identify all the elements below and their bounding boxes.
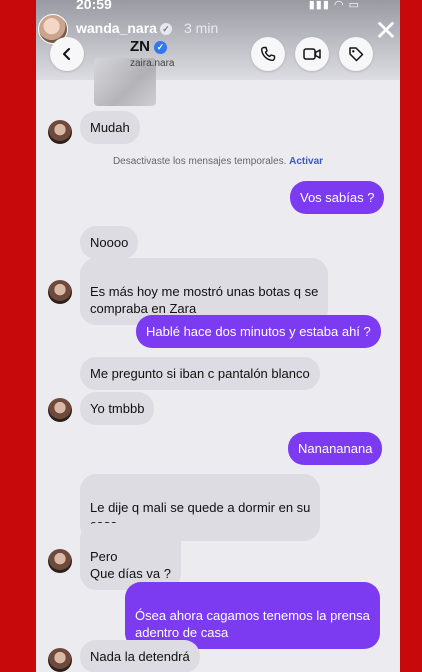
back-button[interactable] — [50, 37, 84, 71]
message-text: Nanananana — [298, 441, 373, 456]
message-text: Es más hoy me mostró unas botas q se com… — [90, 284, 319, 316]
contact-avatar[interactable] — [48, 648, 72, 672]
message-incoming[interactable]: Yo tmbbb — [80, 392, 155, 425]
message-text: Noooo — [90, 235, 129, 250]
message-text: Ósea ahora cagamos tenemos la prensa ade… — [135, 608, 370, 640]
contact-handle: zaira.nara — [130, 58, 175, 69]
story-verified-icon: ✓ — [159, 23, 172, 35]
contact-avatar[interactable] — [48, 280, 72, 304]
message-text: Nada la detendrá — [90, 649, 190, 664]
message-text: Yo tmbbb — [90, 401, 145, 416]
message-outgoing[interactable]: Nanananana — [288, 432, 383, 465]
phone-icon — [260, 46, 276, 62]
message-outgoing[interactable]: Vos sabías ? — [290, 181, 385, 214]
tag-icon — [349, 47, 364, 62]
message-outgoing[interactable]: Ósea ahora cagamos tenemos la prensa ade… — [125, 582, 380, 649]
label-button[interactable] — [339, 37, 373, 71]
contact-name[interactable]: ZN ✓ — [130, 38, 167, 55]
system-notice: Desactivaste los mensajes temporales. Ac… — [36, 156, 400, 167]
message-incoming[interactable]: Pero Que días va ? — [80, 523, 181, 590]
message-outgoing[interactable]: Hablé hace dos minutos y estaba ahí ? — [136, 315, 381, 348]
message-incoming[interactable]: Mudah — [80, 111, 140, 144]
red-border-left — [0, 0, 36, 672]
video-camera-icon — [303, 48, 321, 60]
video-call-button[interactable] — [295, 37, 329, 71]
chevron-left-icon — [63, 48, 70, 60]
verified-badge-icon: ✓ — [154, 41, 167, 54]
contact-avatar[interactable] — [48, 549, 72, 573]
message-incoming[interactable]: Nada la detendrá — [80, 640, 200, 672]
activate-link[interactable]: Activar — [289, 156, 323, 167]
story-username-text: wanda_nara — [76, 20, 157, 36]
close-icon[interactable]: ✕ — [372, 17, 400, 46]
contact-name-text: ZN — [130, 38, 150, 55]
contact-avatar[interactable] — [48, 398, 72, 422]
message-text: Pero Que días va ? — [90, 549, 171, 581]
message-text: Hablé hace dos minutos y estaba ahí ? — [146, 324, 371, 339]
red-border-right — [400, 0, 422, 672]
story-time-ago: 3 min — [184, 20, 219, 36]
screen-recording-frame: 20:59 ▮▮▮ ◠ ▭ wanda_nara ✓ 3 min ✕ ZN ✓ za… — [0, 0, 422, 672]
status-icons: ▮▮▮ ◠ ▭ — [308, 0, 360, 11]
message-text: Mudah — [90, 120, 130, 135]
message-incoming[interactable]: Noooo — [80, 226, 139, 259]
call-button[interactable] — [251, 37, 285, 71]
message-text: Vos sabías ? — [300, 190, 375, 205]
contact-avatar[interactable] — [48, 120, 72, 144]
system-notice-text: Desactivaste los mensajes temporales. — [112, 156, 287, 167]
phone-screen: 20:59 ▮▮▮ ◠ ▭ wanda_nara ✓ 3 min ✕ ZN ✓ za… — [36, 0, 400, 672]
story-username[interactable]: wanda_nara ✓ — [76, 20, 172, 36]
message-text: Me pregunto si iban c pantalón blanco — [90, 366, 310, 381]
message-incoming[interactable]: Me pregunto si iban c pantalón blanco — [80, 357, 320, 390]
status-time: 20:59 — [76, 0, 112, 12]
